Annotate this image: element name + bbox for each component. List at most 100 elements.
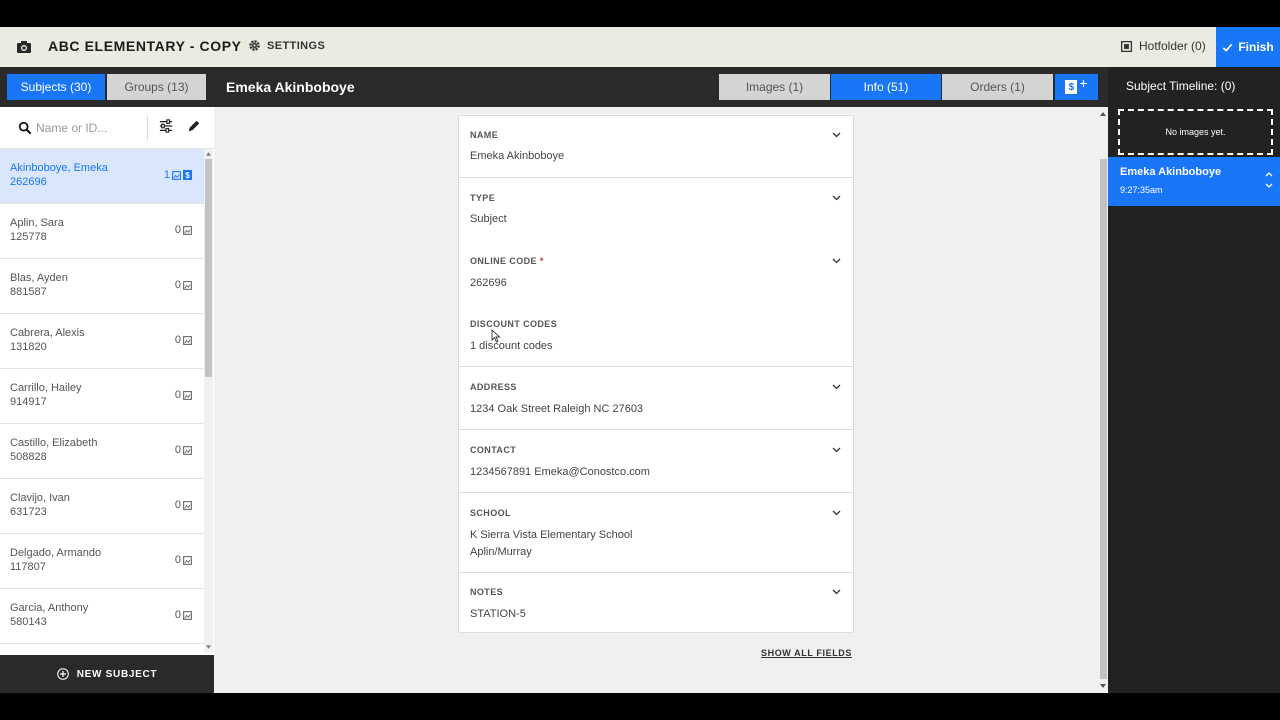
tab-orders[interactable]: Orders (1) (942, 74, 1053, 100)
image-icon (183, 500, 192, 510)
subject-list-item[interactable]: Delgado, Armando 117807 0 (0, 534, 204, 589)
chevron-down-icon[interactable] (832, 384, 841, 390)
settings-button[interactable]: SETTINGS (248, 39, 325, 52)
subject-sidebar: Akinboboye, Emeka2626961$Aplin, Sara1257… (0, 107, 214, 693)
subject-code: 262696 (10, 176, 47, 188)
image-count: 0 (174, 609, 181, 621)
new-subject-button[interactable]: NEW SUBJECT (0, 655, 214, 693)
subject-list-item[interactable]: Garcia, Anthony 580143 0 (0, 589, 204, 644)
sub-header: Subjects (30) Groups (13) Emeka Akinbobo… (0, 67, 1108, 107)
chevron-down-icon[interactable] (832, 447, 841, 453)
search-input[interactable] (36, 117, 146, 139)
tab-images[interactable]: Images (1) (719, 74, 830, 100)
field-contact[interactable]: CONTACT 1234567891 Emeka@Conostco.com (459, 431, 853, 493)
plus-icon: + (1079, 75, 1088, 91)
subject-code: 117807 (10, 561, 46, 573)
field-name[interactable]: NAME Emeka Akinboboye (459, 116, 853, 178)
camera-icon (17, 41, 31, 53)
tab-subjects[interactable]: Subjects (30) (7, 74, 105, 100)
field-type[interactable]: TYPE Subject (459, 179, 853, 241)
field-label-text: ONLINE CODE (470, 256, 537, 266)
image-icon (183, 445, 192, 455)
subject-list-item[interactable]: Cabrera, Alexis 131820 0 (0, 314, 204, 369)
main-scroll-thumb[interactable] (1100, 159, 1107, 679)
subject-list-item[interactable]: Carrillo, Hailey 914917 0 (0, 369, 204, 424)
subject-list: Akinboboye, Emeka 262696 1 $ Aplin, Sara 1257… (0, 149, 204, 653)
subject-list-item[interactable]: Akinboboye, Emeka 262696 1 $ (0, 149, 204, 204)
subject-image-count: 0 (175, 389, 192, 401)
field-value-line2: Aplin/Murray (470, 546, 532, 558)
subject-name: Delgado, Armando (10, 547, 102, 559)
field-value: 1 discount codes (470, 340, 553, 352)
image-icon (183, 335, 192, 345)
current-subject-title: Emeka Akinboboye (226, 79, 355, 95)
image-count: 0 (174, 444, 181, 456)
chevron-down-icon[interactable] (832, 195, 841, 201)
field-discount-codes[interactable]: DISCOUNT CODES 1 discount codes (459, 305, 853, 367)
field-school[interactable]: SCHOOL K Sierra Vista Elementary School … (459, 494, 853, 573)
field-value: Emeka Akinboboye (470, 150, 565, 162)
field-address[interactable]: ADDRESS 1234 Oak Street Raleigh NC 27603 (459, 368, 853, 430)
subject-name: Carrillo, Hailey (10, 382, 82, 394)
mouse-cursor-icon (491, 329, 501, 343)
scroll-up-arrow-icon[interactable] (206, 151, 211, 156)
edit-icon[interactable] (187, 119, 201, 133)
subject-code: 914917 (10, 396, 47, 408)
subject-image-count: 0 (175, 279, 192, 291)
subject-code: 631723 (10, 506, 47, 518)
dollar-icon: $ (1065, 80, 1078, 94)
chevron-down-icon[interactable] (832, 589, 841, 595)
scroll-down-arrow-icon[interactable] (206, 645, 211, 650)
image-icon (172, 170, 181, 180)
subject-name: Cabrera, Alexis (10, 327, 85, 339)
subject-image-count: 0 (175, 554, 192, 566)
hotfolder-button[interactable]: Hotfolder (0) (1120, 39, 1206, 53)
show-all-fields-link[interactable]: SHOW ALL FIELDS (761, 648, 852, 658)
info-card: NAME Emeka Akinboboye TYPE Subject ONLIN… (458, 115, 854, 633)
image-count: 0 (174, 554, 181, 566)
subject-image-count: 1 $ (164, 169, 192, 181)
image-icon (183, 280, 192, 290)
main-scrollbar[interactable] (1098, 107, 1108, 693)
subject-list-item[interactable]: Castillo, Elizabeth 508828 0 (0, 424, 204, 479)
image-count: 1 (163, 169, 170, 181)
image-count: 0 (174, 389, 181, 401)
field-notes[interactable]: NOTES STATION-5 (459, 574, 853, 634)
field-label: SCHOOL (470, 508, 511, 518)
sidebar-scroll-thumb[interactable] (205, 159, 212, 377)
chevron-down-icon[interactable] (832, 510, 841, 516)
no-images-dropzone[interactable]: No images yet. (1118, 109, 1273, 155)
sidebar-scrollbar[interactable] (204, 149, 213, 653)
subject-code: 508828 (10, 451, 47, 463)
chevron-down-icon[interactable] (832, 258, 841, 264)
image-icon (183, 610, 192, 620)
timeline-entry[interactable]: Emeka Akinboboye 9:27:35am (1108, 157, 1280, 206)
field-value: STATION-5 (470, 608, 526, 620)
subject-name: Garcia, Anthony (10, 602, 89, 614)
subject-code: 881587 (10, 286, 47, 298)
subject-list-item[interactable]: Blas, Ayden 881587 0 (0, 259, 204, 314)
field-label: NAME (470, 130, 499, 140)
subject-code: 131820 (10, 341, 47, 353)
finish-button[interactable]: Finish (1216, 27, 1280, 67)
image-icon (183, 390, 192, 400)
tab-groups[interactable]: Groups (13) (107, 74, 206, 100)
filter-icon[interactable] (159, 119, 173, 133)
field-online-code[interactable]: ONLINE CODE * 262696 (459, 242, 853, 304)
chevron-down-icon[interactable] (832, 132, 841, 138)
image-count: 0 (174, 279, 181, 291)
chevron-up-down-icon[interactable] (1264, 169, 1274, 191)
field-value: Subject (470, 213, 507, 225)
timeline-entry-name: Emeka Akinboboye (1120, 166, 1222, 178)
subject-list-item[interactable]: Clavijo, Ivan 631723 0 (0, 479, 204, 534)
subject-image-count: 0 (175, 609, 192, 621)
subject-image-count: 0 (175, 224, 192, 236)
timeline-entry-time: 9:27:35am (1120, 185, 1163, 195)
field-label: DISCOUNT CODES (470, 319, 558, 329)
scroll-down-arrow-icon[interactable] (1100, 684, 1106, 689)
subject-list-item[interactable]: Aplin, Sara 125778 0 (0, 204, 204, 259)
tab-info[interactable]: Info (51) (831, 74, 941, 100)
add-order-button[interactable]: $ + (1055, 74, 1098, 100)
scroll-up-arrow-icon[interactable] (1100, 111, 1106, 116)
subject-name: Castillo, Elizabeth (10, 437, 98, 449)
